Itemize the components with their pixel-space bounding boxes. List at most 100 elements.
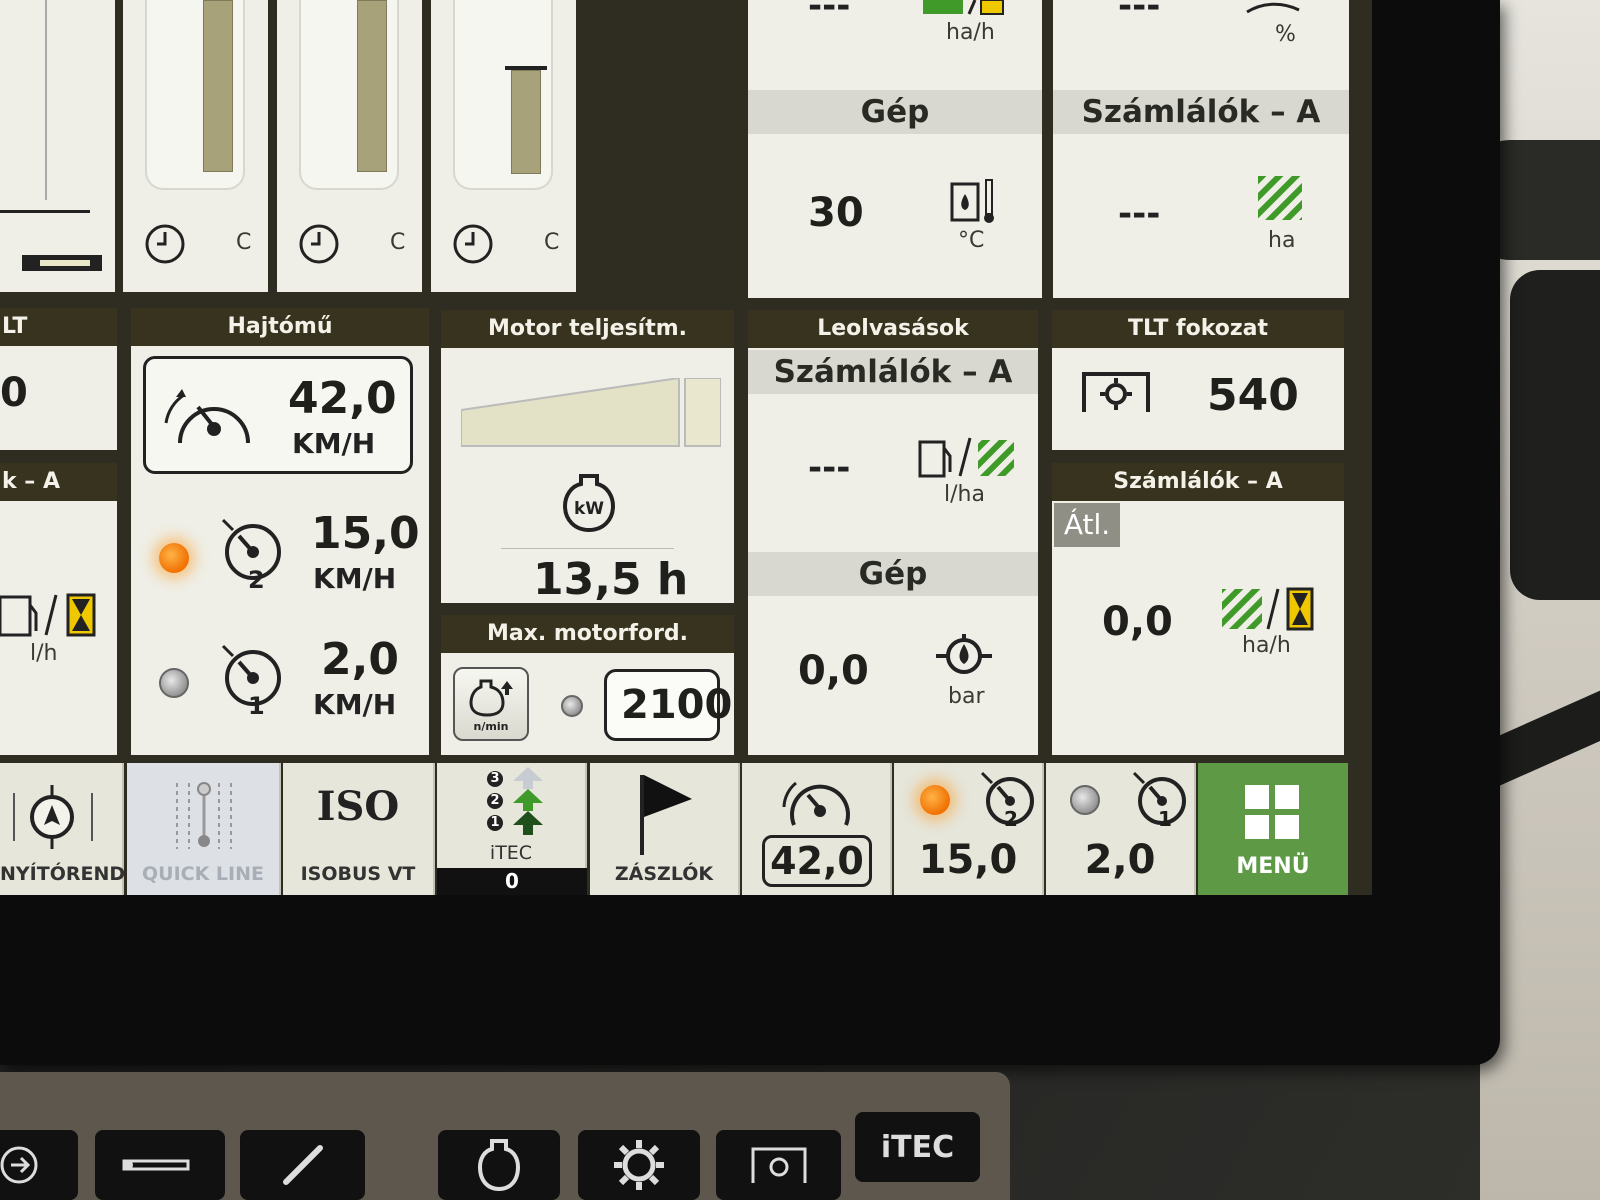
gauge-panel-1: C — [123, 0, 268, 292]
speed-1-badge: 1 — [248, 692, 265, 720]
menu-grid-icon — [1245, 785, 1299, 839]
guidance-button[interactable]: NYÍTÓREND — [0, 763, 126, 895]
motor-hours-value: 13,5 h — [533, 554, 689, 603]
hajtomu-main-unit: KM/H — [292, 427, 376, 460]
hitch-icon — [122, 1159, 190, 1171]
speed-2-button[interactable]: 2 15,0 — [894, 763, 1044, 895]
leolvasasok-gep-title: Gép — [748, 552, 1038, 596]
hajtomu-header: Hajtómű — [131, 308, 429, 346]
guidance-icon — [13, 785, 93, 849]
max-rpm-panel[interactable]: Max. motorford. n/min 2100 — [441, 615, 734, 755]
szamlalok-a-value: 0,0 — [1102, 599, 1173, 645]
itec-button[interactable]: 3 2 1 iTEC — [437, 763, 587, 868]
speed-1-bottom-value: 2,0 — [1084, 837, 1156, 883]
gauge-unit: C — [544, 230, 560, 255]
hw-key-tool[interactable] — [240, 1130, 365, 1200]
hw-key-hitch[interactable] — [95, 1130, 225, 1200]
oil-pressure-unit: bar — [948, 684, 985, 709]
tlt-fokozat-panel[interactable]: TLT fokozat 540 — [1052, 310, 1344, 450]
hajtomu-main-value: 42,0 — [288, 373, 397, 424]
max-rpm-header: Max. motorford. — [441, 615, 734, 653]
speed-2-value: 15,0 — [311, 508, 420, 559]
itec-step-2: 2 — [487, 793, 503, 809]
menu-button[interactable]: MENÜ — [1198, 763, 1348, 895]
rpm-limit-button[interactable]: n/min — [453, 667, 529, 741]
hw-key-enter[interactable] — [0, 1130, 78, 1200]
szamlalok-a-panel[interactable]: Számlálók – A Átl. 0,0 ha/h — [1052, 463, 1344, 755]
speed-2-bottom-badge: 2 — [1004, 807, 1018, 831]
top-value-b: --- — [1118, 0, 1161, 26]
leolvasasok-header: Leolvasások — [748, 310, 1038, 348]
flags-button[interactable]: ZÁSZLÓK — [590, 763, 740, 895]
speed-2-badge: 2 — [248, 566, 265, 594]
isobus-vt-button[interactable]: ISO ISOBUS VT — [283, 763, 435, 895]
motor-power-panel[interactable]: Motor teljesítm. kW 13,5 h — [441, 310, 734, 603]
gauge-panel-3: C — [431, 0, 576, 292]
speed-1-unit: KM/H — [313, 688, 397, 721]
clock-icon — [299, 224, 339, 264]
quick-line-label: QUICK LINE — [142, 863, 264, 885]
rpm-unit-label: n/min — [473, 720, 509, 733]
motor-power-header: Motor teljesítm. — [441, 310, 734, 348]
pto-icon — [1082, 372, 1150, 412]
average-badge: Átl. — [1054, 503, 1120, 547]
display-screen: C C C --- ha/h Gép 30 °C --- % Számlálók… — [0, 0, 1372, 895]
szamlalok-top-value: --- — [1118, 194, 1161, 234]
clock-icon — [453, 224, 493, 264]
flag-icon — [640, 775, 692, 855]
hajtomu-panel[interactable]: Hajtómű 42,0 KM/H 2 15,0 KM/H 1 2,0 KM/H — [131, 308, 429, 755]
gauge-level-bar — [511, 70, 541, 174]
leolvasasok-panel[interactable]: Leolvasások Számlálók – A --- l/ha Gép 0… — [748, 310, 1038, 755]
leolvasasok-unit: l/ha — [944, 482, 985, 507]
gep-title: Gép — [748, 90, 1042, 134]
pto-icon — [751, 1147, 806, 1183]
display-mount-arm — [1510, 270, 1600, 600]
hw-key-engine[interactable] — [438, 1130, 560, 1200]
szamlalok-partial-unit: l/h — [30, 641, 58, 666]
itec-counter: 0 — [437, 868, 587, 895]
szamlalok-partial-panel[interactable]: k – A l/h — [0, 463, 117, 755]
itec-label: iTEC — [489, 842, 533, 864]
hw-key-pto[interactable] — [716, 1130, 841, 1200]
speed-1-indicator — [159, 668, 189, 698]
speed-2-unit: KM/H — [313, 562, 397, 595]
guidance-label: NYÍTÓREND — [0, 863, 126, 885]
speed-2-bottom-indicator — [920, 785, 950, 815]
speed-1-bottom-badge: 1 — [1158, 807, 1172, 831]
szamlalok-a-unit: ha/h — [1242, 633, 1291, 658]
speed-2-active-indicator — [159, 543, 189, 573]
gear-icon — [614, 1140, 664, 1190]
tlt-fokozat-header: TLT fokozat — [1052, 310, 1344, 348]
speed-2-bottom-value: 15,0 — [918, 837, 1018, 883]
gep-panel[interactable]: --- ha/h Gép 30 °C — [748, 0, 1042, 298]
gep-temp-value: 30 — [808, 190, 864, 236]
max-rpm-value-field[interactable]: 2100 — [604, 669, 732, 741]
szamlalok-top-panel[interactable]: --- % Számlálók – A --- ha — [1053, 0, 1349, 298]
fuel-per-area-icon — [918, 437, 1014, 478]
szamlalok-partial-header: k – A — [0, 463, 117, 501]
szamlalok-a-header: Számlálók – A — [1052, 463, 1344, 501]
area-icon — [1258, 176, 1302, 220]
hw-key-itec[interactable]: iTEC — [855, 1112, 980, 1182]
rpm-indicator — [561, 695, 583, 717]
tlt-partial-panel[interactable]: LT 0 — [0, 308, 117, 450]
fuel-rate-icon — [0, 593, 96, 637]
speed-1-value: 2,0 — [321, 634, 399, 685]
speed-1-button[interactable]: 1 2,0 — [1046, 763, 1196, 895]
engine-kw-label: kW — [574, 499, 604, 519]
hw-key-settings[interactable] — [578, 1130, 700, 1200]
oil-temperature-icon — [950, 179, 994, 223]
quick-line-button[interactable]: QUICK LINE — [127, 763, 281, 895]
tool-icon — [282, 1145, 323, 1185]
gauge-panel-2: C — [277, 0, 422, 292]
area-rate-icon — [923, 0, 1004, 15]
itec-sequence-icon — [513, 767, 543, 835]
top-unit-b: % — [1275, 22, 1296, 47]
engine-icon — [477, 1139, 521, 1192]
isobus-vt-label: ISOBUS VT — [300, 863, 416, 885]
hajtomu-main-speed-box[interactable]: 42,0 KM/H — [143, 356, 413, 474]
slip-icon — [1246, 2, 1300, 14]
top-unit-a: ha/h — [946, 20, 995, 45]
speed-main-button[interactable]: 42,0 — [742, 763, 892, 895]
tlt-partial-value: 0 — [0, 370, 28, 416]
